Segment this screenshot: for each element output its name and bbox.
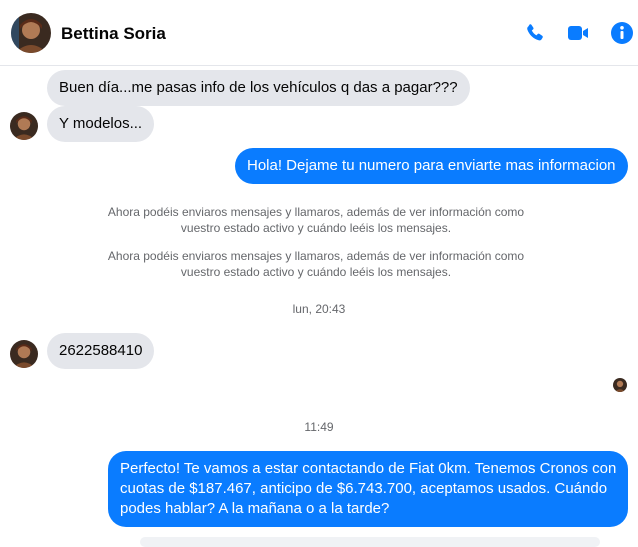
outgoing-message[interactable]: Perfecto! Te vamos a estar contactando d… xyxy=(108,451,628,527)
system-notice-line: Ahora podéis enviaros mensajes y llamaro… xyxy=(107,249,525,263)
message-line: Perfecto! Te vamos a estar contactando d… xyxy=(120,460,617,477)
incoming-message[interactable]: 2622588410 xyxy=(47,333,155,369)
conversation-header: Bettina Soria xyxy=(0,0,638,66)
contact-name[interactable]: Bettina Soria xyxy=(61,24,166,44)
system-notice-line: vuestro estado activo y cuándo leéis los… xyxy=(180,221,452,235)
system-notice-line: vuestro estado activo y cuándo leéis los… xyxy=(180,265,452,279)
phone-icon[interactable] xyxy=(523,21,547,45)
sender-avatar[interactable] xyxy=(10,340,38,368)
message-line: cuotas de $187.467, anticipo de $6.743.7… xyxy=(120,480,608,497)
video-camera-icon[interactable] xyxy=(566,21,590,45)
message-composer[interactable] xyxy=(140,537,600,547)
incoming-message[interactable]: Buen día...me pasas info de los vehículo… xyxy=(47,70,470,106)
incoming-message[interactable]: Y modelos... xyxy=(47,106,155,142)
system-notice: Ahora podéis enviaros mensajes y llamaro… xyxy=(90,248,542,280)
sender-avatar[interactable] xyxy=(10,112,38,140)
timestamp: lun, 20:43 xyxy=(292,302,346,316)
message-line: podes hablar? A la mañana o a la tarde? xyxy=(120,500,390,517)
system-notice: Ahora podéis enviaros mensajes y llamaro… xyxy=(90,204,542,236)
timestamp: 11:49 xyxy=(304,420,334,434)
info-icon[interactable] xyxy=(610,21,634,45)
contact-avatar[interactable] xyxy=(11,13,51,53)
seen-receipt-avatar xyxy=(613,378,627,392)
outgoing-message[interactable]: Hola! Dejame tu numero para enviarte mas… xyxy=(235,148,628,184)
system-notice-line: Ahora podéis enviaros mensajes y llamaro… xyxy=(107,205,525,219)
